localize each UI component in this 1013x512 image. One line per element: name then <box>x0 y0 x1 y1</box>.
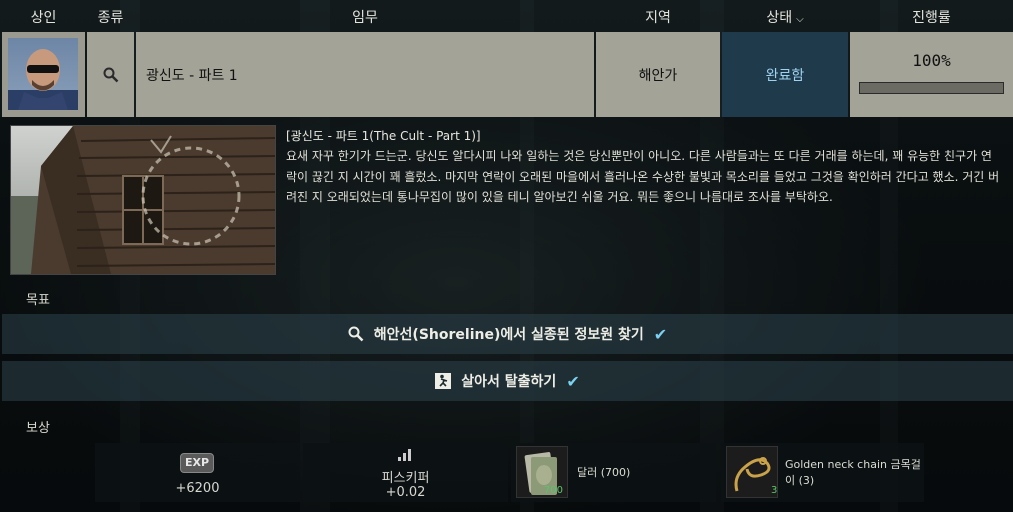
rewards-heading: 보상 <box>26 421 50 436</box>
quest-image <box>10 125 276 275</box>
money-label: 달러 (700) <box>577 466 631 479</box>
header-status-label: 상태 <box>766 10 793 26</box>
reward-item-chain[interactable]: 3 Golden neck chain 금목걸이 (3) <box>721 443 924 502</box>
objective-label: 살아서 탈출하기 <box>461 374 557 390</box>
quest-description: 요새 자꾸 한기가 드는군. 당신도 알다시피 나와 일하는 것은 당신뿐만이 … <box>286 149 1000 204</box>
exit-icon <box>435 373 452 389</box>
exp-badge: EXP <box>180 453 214 473</box>
check-icon: ✔ <box>566 371 580 391</box>
quest-row[interactable]: 광신도 - 파트 1 해안가 완료함 100% <box>0 32 1013 117</box>
objectives-heading: 목표 <box>26 293 50 308</box>
objective-item: 살아서 탈출하기 ✔ <box>2 361 1013 401</box>
progress-bar <box>859 82 1004 94</box>
reward-exp: EXP +6200 <box>95 443 300 502</box>
table-header: 상인 종류 임무 지역 상태 ⌵ 진행률 <box>0 0 1013 32</box>
skill-icon <box>398 449 411 461</box>
search-icon <box>103 67 118 82</box>
search-icon <box>348 326 364 342</box>
reward-money[interactable]: 700 달러 (700) <box>511 443 716 502</box>
quest-title: [광신도 - 파트 1(The Cult - Part 1)] <box>286 129 481 143</box>
trader-cell <box>2 32 85 117</box>
reward-skill: 피스키퍼 +0.02 <box>303 443 508 502</box>
item-count: 700 <box>543 485 563 496</box>
chevron-down-icon: ⌵ <box>796 14 804 25</box>
item-count: 3 <box>771 485 778 496</box>
objective-label: 해안선(Shoreline)에서 실종된 정보원 찾기 <box>373 327 644 343</box>
progress-text: 100% <box>912 51 951 70</box>
progress-cell: 100% <box>850 32 1013 117</box>
header-trader[interactable]: 상인 <box>2 0 85 32</box>
chain-label: Golden neck chain 금목걸이 (3) <box>785 458 921 487</box>
check-icon: ✔ <box>653 324 668 344</box>
skill-label: 피스키퍼 <box>381 471 430 486</box>
trader-avatar <box>8 38 78 110</box>
quest-name: 광신도 - 파트 1 <box>136 32 594 117</box>
header-task[interactable]: 임무 <box>136 0 594 32</box>
quest-location: 해안가 <box>596 32 720 117</box>
skill-value: +0.02 <box>385 485 426 500</box>
status-badge: 완료함 <box>722 32 848 117</box>
header-status[interactable]: 상태 ⌵ <box>722 0 848 32</box>
type-cell <box>87 32 134 117</box>
objective-item: 해안선(Shoreline)에서 실종된 정보원 찾기 ✔ <box>2 314 1013 354</box>
header-progress[interactable]: 진행률 <box>850 0 1013 32</box>
progress-bar-fill <box>860 83 1003 93</box>
header-type[interactable]: 종류 <box>87 0 134 32</box>
gold-chain-item-icon: 3 <box>726 446 778 498</box>
dollar-item-icon: 700 <box>516 446 568 498</box>
header-location[interactable]: 지역 <box>596 0 720 32</box>
exp-value: +6200 <box>175 481 220 496</box>
